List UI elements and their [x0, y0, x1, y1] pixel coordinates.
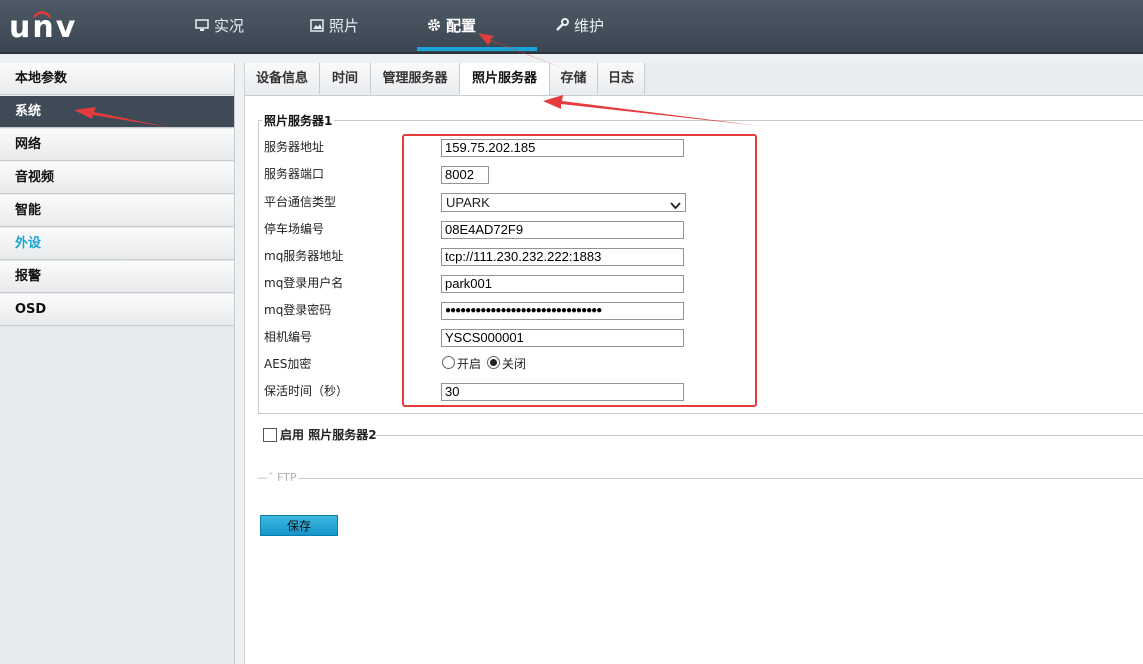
nav-photo-label: 照片 — [329, 17, 360, 35]
ftp-label-text: FTP — [277, 471, 297, 484]
nav-live[interactable]: 实况 — [195, 0, 244, 52]
left-sidebar: 本地参数 系统 网络 音视频 智能 外设 报警 OSD — [0, 63, 235, 664]
sidebar-item-peripheral[interactable]: 外设 — [0, 228, 234, 260]
parking-lot-label: 停车场编号 — [264, 222, 325, 236]
unv-logo: unv — [9, 10, 77, 45]
tab-bar: 设备信息 时间 管理服务器 照片服务器 存储 日志 — [245, 63, 1143, 96]
tab-label: 存储 — [560, 71, 587, 86]
top-header: unv 实况 照片 配置 维护 — [0, 0, 1143, 54]
nav-config[interactable]: 配置 — [427, 0, 476, 52]
sidebar-item-label: 智能 — [15, 203, 42, 218]
sidebar-item-label: 网络 — [15, 137, 42, 152]
sidebar-item-label: 本地参数 — [15, 71, 68, 86]
tab-photo-server[interactable]: 照片服务器 — [460, 63, 550, 95]
collapse-caret-icon: —ˆ — [257, 471, 277, 484]
sidebar-item-label: OSD — [15, 302, 47, 317]
monitor-icon — [195, 1, 209, 53]
tab-device-info[interactable]: 设备信息 — [245, 63, 320, 94]
aes-label: AES加密 — [264, 357, 312, 371]
keepalive-label: 保活时间（秒） — [264, 384, 349, 398]
sidebar-item-label: 外设 — [15, 236, 42, 251]
nav-live-label: 实况 — [214, 17, 245, 35]
annotation-highlight-box — [402, 134, 757, 407]
mq-address-label: mq服务器地址 — [264, 249, 344, 263]
server-2-label: 启用 照片服务器2 — [280, 426, 377, 443]
tab-management-server[interactable]: 管理服务器 — [371, 63, 460, 94]
tab-storage[interactable]: 存储 — [550, 63, 598, 94]
server-2-legend: 照片服务器2 — [308, 428, 377, 442]
sidebar-item-network[interactable]: 网络 — [0, 129, 234, 161]
save-button[interactable]: 保存 — [260, 515, 338, 536]
sidebar-item-alarm[interactable]: 报警 — [0, 261, 234, 293]
ftp-section-label[interactable]: —ˆ FTP — [257, 471, 297, 484]
enable-label: 启用 — [280, 428, 305, 442]
platform-type-label: 平台通信类型 — [264, 195, 337, 209]
sidebar-item-label: 系统 — [15, 104, 42, 119]
sidebar-item-osd[interactable]: OSD — [0, 294, 234, 326]
tab-label: 管理服务器 — [382, 71, 448, 86]
sidebar-item-local-params[interactable]: 本地参数 — [0, 63, 234, 95]
image-icon — [310, 1, 324, 53]
sidebar-item-system[interactable]: 系统 — [0, 96, 234, 128]
camera-number-label: 相机编号 — [264, 330, 313, 344]
server-2-divider — [375, 435, 1143, 436]
tab-time[interactable]: 时间 — [320, 63, 371, 94]
mq-username-label: mq登录用户名 — [264, 276, 344, 290]
tab-log[interactable]: 日志 — [598, 63, 645, 94]
gear-icon — [427, 1, 441, 53]
nav-maintenance-label: 维护 — [574, 17, 605, 35]
sidebar-item-audio-video[interactable]: 音视频 — [0, 162, 234, 194]
sidebar-item-label: 音视频 — [15, 170, 55, 185]
sidebar-item-intelligent[interactable]: 智能 — [0, 195, 234, 227]
photo-server-1-legend: 照片服务器1 — [262, 112, 335, 129]
active-nav-indicator — [417, 47, 537, 51]
sidebar-item-label: 报警 — [15, 269, 42, 284]
nav-config-label: 配置 — [446, 17, 477, 35]
tab-label: 设备信息 — [255, 71, 308, 86]
tab-label: 照片服务器 — [471, 71, 537, 86]
nav-maintenance[interactable]: 维护 — [555, 0, 604, 52]
ftp-divider — [298, 478, 1143, 479]
enable-server-2-checkbox[interactable] — [263, 428, 277, 442]
mq-password-label: mq登录密码 — [264, 303, 332, 317]
server-address-label: 服务器地址 — [264, 140, 325, 154]
server-port-label: 服务器端口 — [264, 167, 325, 181]
tab-label: 时间 — [331, 71, 358, 86]
wrench-icon — [555, 1, 569, 53]
nav-photo[interactable]: 照片 — [310, 0, 359, 52]
tab-label: 日志 — [607, 71, 634, 86]
